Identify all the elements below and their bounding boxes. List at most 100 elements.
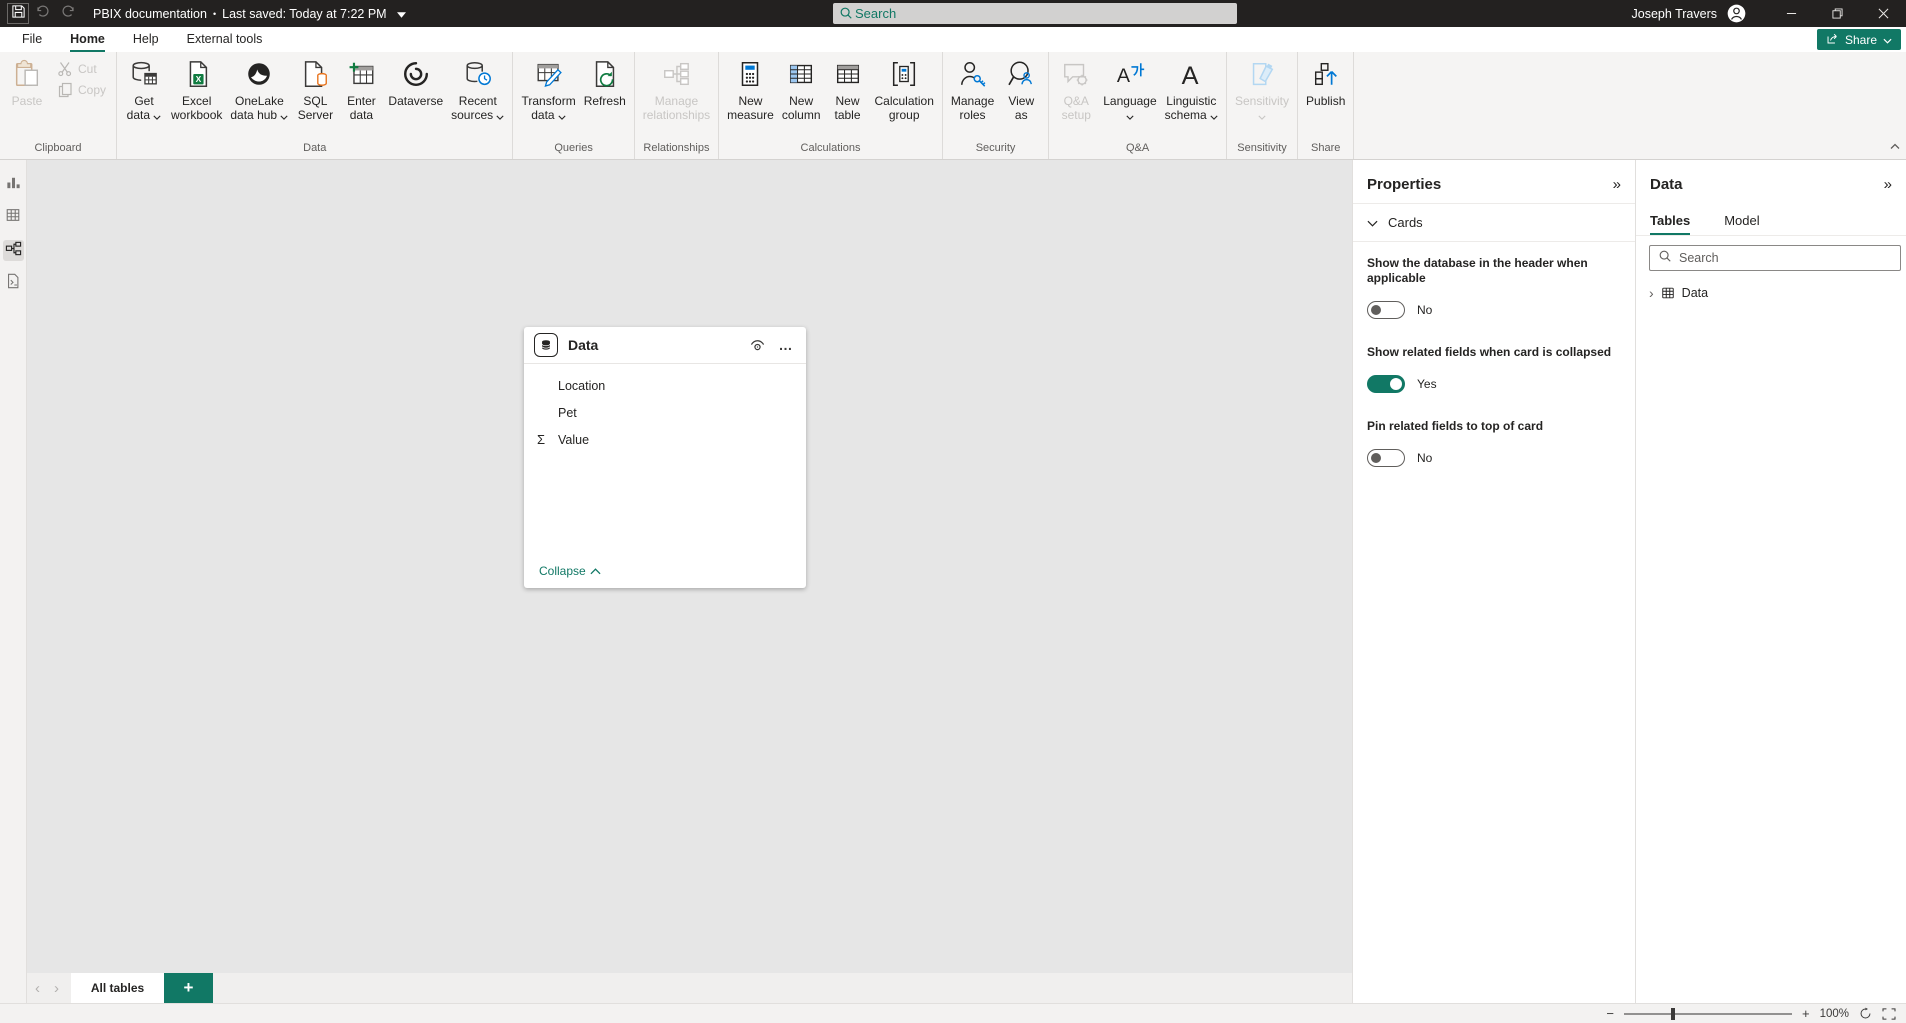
menu-item-help[interactable]: Help — [119, 27, 173, 52]
sql-server-button[interactable]: SQL Server — [292, 54, 338, 122]
enter-data-button[interactable]: Enter data — [338, 54, 384, 122]
plus-icon: + — [183, 978, 194, 997]
get-data-button[interactable]: Get data — [121, 54, 167, 122]
field-label: Value — [558, 432, 590, 447]
setting-toggle-0[interactable] — [1367, 301, 1405, 319]
rail-model-view[interactable] — [2, 240, 24, 261]
rail-table-view[interactable] — [3, 207, 24, 228]
data-search-input[interactable] — [1679, 251, 1879, 265]
more-options-icon[interactable]: … — [776, 335, 796, 355]
sensitivity-icon — [1246, 58, 1278, 90]
tab-scroll-right-icon[interactable]: › — [54, 980, 59, 997]
fullscreen-icon[interactable] — [1882, 1007, 1896, 1020]
cards-section-header[interactable]: Cards — [1353, 204, 1635, 241]
add-layout-button[interactable]: + — [164, 973, 213, 1003]
avatar[interactable] — [1727, 4, 1746, 23]
share-button[interactable]: Share — [1816, 29, 1901, 50]
zoom-out-button[interactable]: − — [1606, 1007, 1614, 1020]
model-canvas[interactable]: Data … Location Pet Σ Value Collapse ‹ › Al… — [27, 160, 1352, 1003]
user-name[interactable]: Joseph Travers — [1632, 7, 1717, 21]
new-table-button[interactable]: New table — [825, 54, 871, 122]
calculation-group-label: Calculation group — [874, 94, 934, 122]
undo-icon — [35, 4, 50, 24]
new-column-button[interactable]: New column — [778, 54, 825, 122]
redo-button[interactable] — [55, 0, 81, 27]
view-as-button[interactable]: View as — [998, 54, 1044, 122]
status-bar: − + 100% — [0, 1003, 1906, 1023]
onelake-data-hub-button[interactable]: OneLake data hub — [226, 54, 292, 122]
share-chevron-icon — [1883, 33, 1892, 47]
publish-button[interactable]: Publish — [1302, 54, 1349, 108]
calculation-group-button[interactable]: Calculation group — [871, 54, 938, 122]
new-measure-button[interactable]: New measure — [723, 54, 778, 122]
enterdata-icon — [345, 58, 377, 90]
save-button[interactable] — [7, 3, 29, 24]
card-field-location[interactable]: Location — [524, 372, 806, 399]
zoom-slider[interactable] — [1623, 1007, 1792, 1020]
qa-setup-label: Q&A setup — [1061, 94, 1091, 122]
zoom-in-button[interactable]: + — [1802, 1007, 1810, 1020]
zoom-level[interactable]: 100% — [1820, 1008, 1849, 1020]
view-rail — [0, 160, 27, 1003]
menu-item-external-tools[interactable]: External tools — [173, 27, 277, 52]
refresh-button[interactable]: Refresh — [580, 54, 630, 108]
fit-to-screen-icon[interactable] — [1859, 1007, 1872, 1020]
minimize-button[interactable] — [1768, 0, 1814, 27]
tree-item-data[interactable]: › Data — [1636, 281, 1906, 305]
table-card-data[interactable]: Data … Location Pet Σ Value Collapse — [524, 327, 806, 588]
recent-sources-button[interactable]: Recent sources — [447, 54, 508, 122]
chevron-down-icon — [1367, 215, 1378, 230]
rail-dax-query-view[interactable] — [3, 273, 24, 294]
tab-tables[interactable]: Tables — [1650, 213, 1691, 235]
language-button[interactable]: A Language — [1099, 54, 1160, 122]
restore-button[interactable] — [1814, 0, 1860, 27]
setting-toggle-2[interactable] — [1367, 449, 1405, 467]
getdata-icon — [128, 58, 160, 90]
collapse-properties-icon[interactable]: » — [1613, 176, 1621, 193]
table-icon — [1661, 286, 1675, 300]
tab-model[interactable]: Model — [1724, 213, 1759, 235]
data-panel: Data » Tables Model › Data — [1635, 160, 1906, 1003]
title-dropdown-icon[interactable] — [396, 7, 406, 21]
rail-report-view[interactable] — [3, 174, 24, 195]
dataverse-button[interactable]: Dataverse — [384, 54, 447, 108]
visibility-eye-icon[interactable] — [746, 334, 768, 356]
collapse-ribbon-icon[interactable] — [1890, 137, 1900, 155]
svg-text:X: X — [195, 74, 201, 84]
get-data-label: Get data — [127, 94, 162, 122]
setting-toggle-1[interactable] — [1367, 375, 1405, 393]
menu-item-home[interactable]: Home — [56, 27, 119, 52]
view-as-label: View as — [1008, 94, 1035, 122]
close-button[interactable] — [1860, 0, 1906, 27]
manage-roles-button[interactable]: Manage roles — [947, 54, 998, 122]
data-search[interactable] — [1649, 245, 1901, 271]
menu-item-file[interactable]: File — [8, 27, 56, 52]
undo-button[interactable] — [29, 0, 55, 27]
new-measure-label: New measure — [727, 94, 774, 122]
card-field-pet[interactable]: Pet — [524, 399, 806, 426]
card-field-value[interactable]: Σ Value — [524, 426, 806, 453]
search-input[interactable] — [855, 6, 1155, 21]
zoom-slider-handle[interactable] — [1671, 1007, 1676, 1020]
excel-workbook-button[interactable]: X Excel workbook — [167, 54, 226, 122]
publish-icon — [1310, 58, 1342, 90]
document-title[interactable]: PBIX documentation • Last saved: Today a… — [93, 7, 406, 21]
chevron-right-icon[interactable]: › — [1649, 286, 1654, 300]
tab-all-tables[interactable]: All tables — [71, 973, 164, 1003]
global-search[interactable] — [833, 3, 1237, 24]
dax-query-view-icon — [5, 273, 21, 294]
linguistic-schema-label: Linguistic schema — [1164, 94, 1218, 122]
ribbon-group-share: Publish Share — [1298, 52, 1355, 159]
transform-data-button[interactable]: Transform data — [517, 54, 579, 122]
qa-setup-button: Q&A setup — [1053, 54, 1099, 122]
collapse-data-panel-icon[interactable]: » — [1884, 176, 1892, 193]
table-card-header[interactable]: Data … — [524, 327, 806, 364]
copy-icon — [56, 81, 73, 98]
new-table-label: New table — [834, 94, 861, 122]
redo-icon — [61, 4, 76, 24]
linguistic-schema-button[interactable]: A Linguistic schema — [1161, 54, 1222, 122]
properties-title: Properties — [1367, 176, 1442, 193]
recent-icon — [462, 58, 494, 90]
tab-scroll-left-icon[interactable]: ‹ — [35, 980, 40, 997]
collapse-card-link[interactable]: Collapse — [539, 564, 601, 578]
